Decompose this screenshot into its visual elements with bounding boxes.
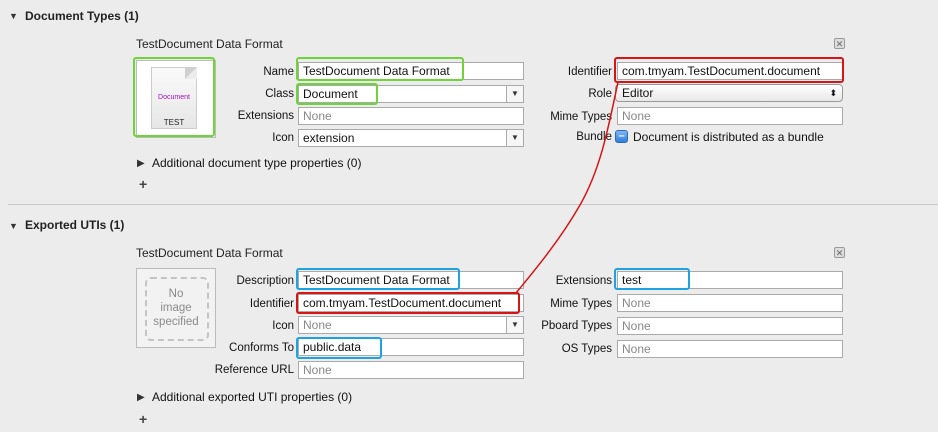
connector-line: [515, 81, 619, 294]
connector-path: [515, 81, 619, 294]
